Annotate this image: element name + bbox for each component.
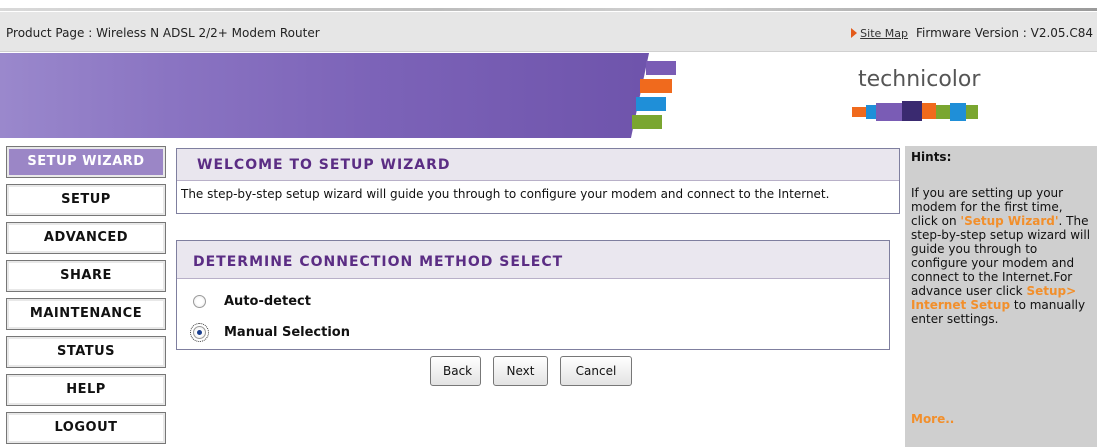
nav-setup[interactable]: SETUP [6, 184, 166, 216]
stripe-orange [640, 79, 672, 93]
arrow-right-icon [851, 28, 858, 38]
nav-maintenance[interactable]: MAINTENANCE [6, 298, 166, 330]
next-button[interactable]: Next [493, 356, 548, 386]
back-button[interactable]: Back [430, 356, 481, 386]
auto-detect-label: Auto-detect [224, 293, 311, 309]
stripe-green [632, 115, 662, 129]
technicolor-logo-bars [852, 101, 978, 121]
nav-advanced[interactable]: ADVANCED [6, 222, 166, 254]
top-chrome-strip [0, 0, 1097, 12]
hints-setup-wizard-highlight: 'Setup Wizard' [960, 214, 1059, 228]
firmware-version: Firmware Version : V2.05.C84 [916, 26, 1093, 40]
hints-body: If you are setting up your modem for the… [911, 186, 1093, 326]
welcome-title: WELCOME TO SETUP WIZARD [197, 157, 451, 173]
connection-method-title: DETERMINE CONNECTION METHOD SELECT [193, 254, 564, 270]
nav-setup-wizard[interactable]: SETUP WIZARD [6, 146, 166, 178]
stripe-blue [636, 97, 666, 111]
wizard-buttons: Back Next Cancel [430, 356, 632, 386]
manual-selection-radio[interactable] [190, 322, 209, 342]
manual-selection-label: Manual Selection [224, 324, 350, 340]
welcome-text: The step-by-step setup wizard will guide… [181, 187, 830, 201]
top-chrome-line [0, 8, 1097, 11]
connection-method-header: DETERMINE CONNECTION METHOD SELECT [177, 241, 889, 279]
manual-selection-option[interactable]: Manual Selection [190, 322, 350, 342]
nav-status[interactable]: STATUS [6, 336, 166, 368]
auto-detect-radio[interactable] [193, 294, 206, 308]
welcome-section: WELCOME TO SETUP WIZARD The step-by-step… [176, 148, 900, 214]
banner-purple-band [0, 53, 680, 138]
info-bar-right: Site Map Firmware Version : V2.05.C84 [851, 26, 1093, 40]
site-map-link[interactable]: Site Map [860, 27, 908, 40]
nav-share[interactable]: SHARE [6, 260, 166, 292]
hints-title: Hints: [911, 150, 952, 164]
connection-method-section: DETERMINE CONNECTION METHOD SELECT Auto-… [176, 240, 890, 350]
info-bar: Product Page : Wireless N ADSL 2/2+ Mode… [0, 12, 1097, 52]
technicolor-logo-text: technicolor [858, 67, 981, 92]
auto-detect-option[interactable]: Auto-detect [193, 291, 311, 311]
stripe-purple [646, 61, 676, 75]
banner: technicolor [0, 53, 1097, 138]
hints-panel: Hints: If you are setting up your modem … [905, 146, 1097, 447]
nav-help[interactable]: HELP [6, 374, 166, 406]
product-name: Product Page : Wireless N ADSL 2/2+ Mode… [6, 26, 320, 40]
welcome-header: WELCOME TO SETUP WIZARD [177, 149, 899, 181]
more-link[interactable]: More.. [911, 412, 954, 426]
nav-logout[interactable]: LOGOUT [6, 412, 166, 444]
banner-stripes-graphic [626, 61, 686, 133]
cancel-button[interactable]: Cancel [560, 356, 632, 386]
